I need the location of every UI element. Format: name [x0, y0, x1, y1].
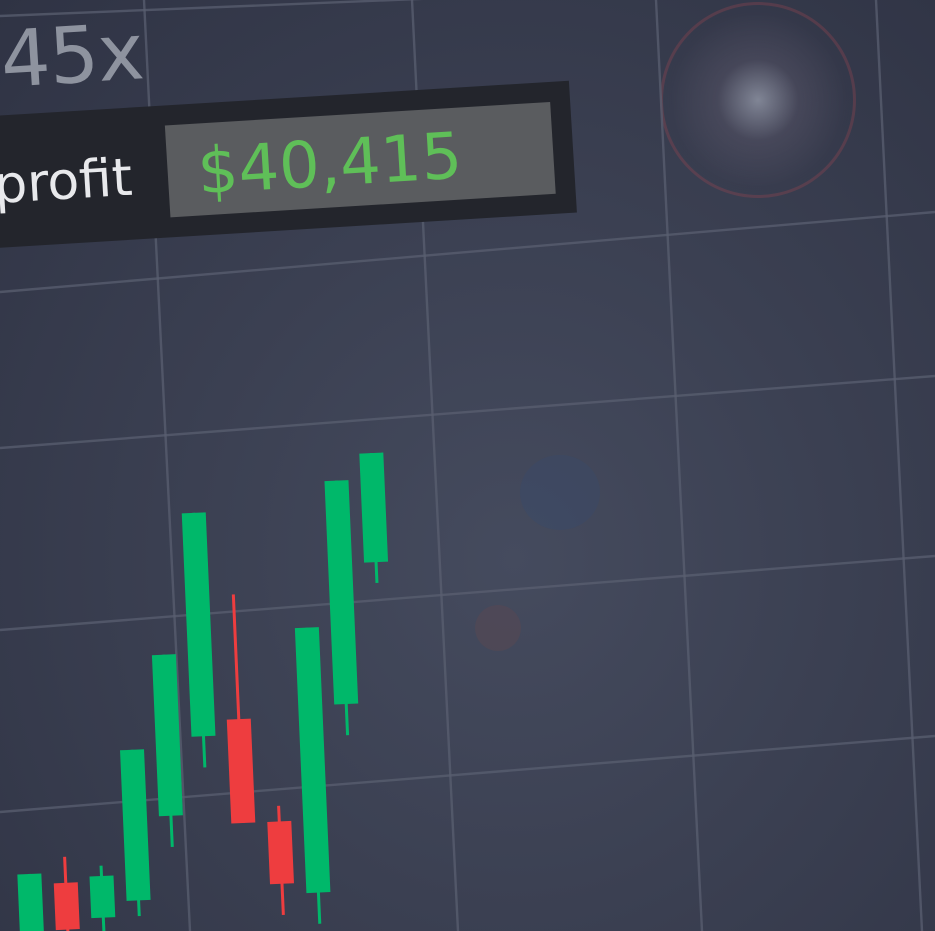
candle-body-5	[181, 512, 216, 737]
grid-line-2	[0, 374, 935, 450]
grid-line-7	[654, 0, 704, 931]
candle-body-2	[89, 875, 116, 919]
candle-body-3	[120, 749, 151, 901]
profit-label: profit	[0, 147, 134, 216]
chart-candles	[17, 452, 389, 931]
candle-body-8	[294, 627, 331, 894]
profit-value-box: $40,415	[164, 101, 556, 218]
candle-body-10	[359, 452, 389, 563]
candle-body-6	[226, 718, 256, 824]
profit-value: $40,415	[195, 119, 465, 210]
grid-line-3	[0, 554, 935, 632]
candle-body-9	[324, 480, 359, 705]
multiplier-label: 45x	[0, 7, 146, 106]
candle-body-0	[17, 873, 45, 931]
trading-chart-scene: 45x profit $40,415	[0, 0, 935, 931]
candle-body-7	[267, 820, 294, 885]
candle-body-1	[53, 882, 80, 931]
grid-line-8	[874, 0, 924, 931]
